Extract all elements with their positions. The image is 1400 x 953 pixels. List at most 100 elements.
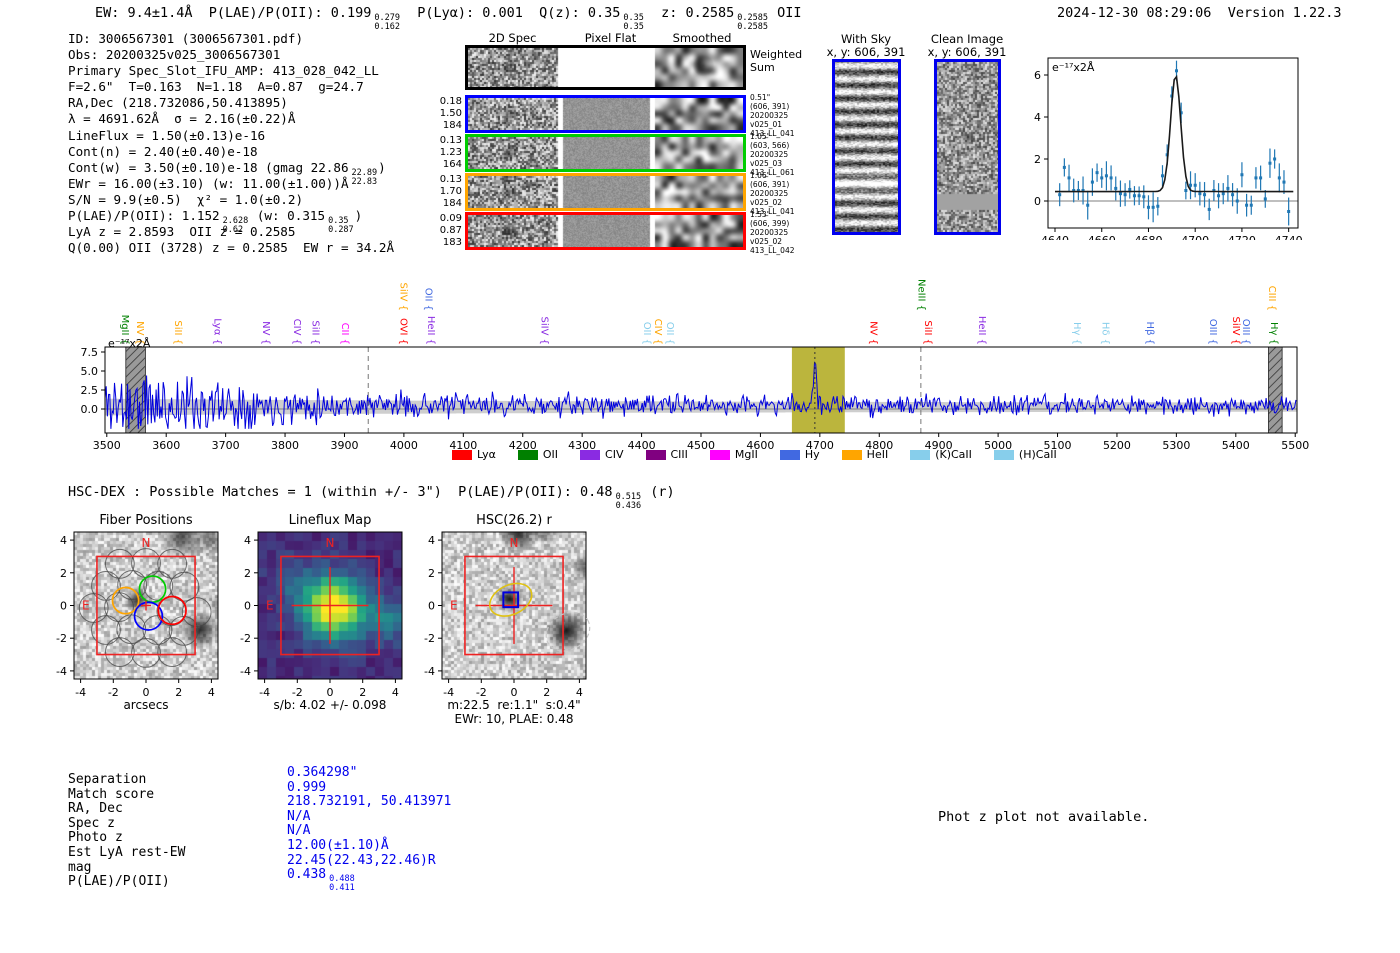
with-sky-title: With Sky x, y: 606, 391 — [816, 33, 916, 59]
text-segment: Primary Spec_Slot_IFU_AMP: 413_028_042_L… — [68, 63, 379, 79]
x-tick-label: 4660 — [1088, 234, 1116, 240]
info-line-5: λ = 4691.62Å σ = 2.16(±0.22)Å — [68, 111, 394, 127]
text-segment: RA,Dec (218.732086,50.413895) — [68, 95, 288, 111]
weight-value-2: 184 — [442, 198, 462, 209]
y-tick-label: 4 — [60, 534, 67, 547]
fiber-circle — [157, 637, 188, 667]
cutout-strip-image — [468, 137, 743, 169]
x-tick-label: 3600 — [152, 439, 180, 452]
text-segment: Cont(w) = 3.50(±0.10)e-18 (gmag 22.86 — [68, 159, 349, 175]
x-tick-label: 4740 — [1275, 234, 1303, 240]
data-point — [1203, 193, 1207, 197]
fiber-circle — [131, 638, 161, 668]
cutout-row-3-meta: 1.53" (606, 399) 20200325 v025_02 413_LL_042 — [750, 210, 802, 255]
match-label-2: RA, Dec — [68, 801, 123, 817]
match-label-3: Spec z — [68, 815, 115, 831]
info-line-6: LineFlux = 1.50(±0.13)e-16 — [68, 128, 394, 144]
legend-label: Hy — [804, 448, 820, 461]
datetime-gap — [1211, 5, 1227, 21]
inset-flux-units-label: e⁻¹⁷x2Å — [1052, 61, 1095, 74]
header-stats-line: EW: 9.4±1.4Å P(LAE)/P(OII): 0.199 0.279 0.… — [95, 5, 802, 31]
x-tick-label: 3700 — [212, 439, 240, 452]
data-point — [1245, 203, 1249, 207]
fiber-circle — [168, 615, 199, 646]
column-title-2dspec: 2D Spec — [488, 31, 537, 45]
data-point — [1058, 193, 1062, 197]
cutout-row-2 — [465, 173, 746, 211]
compass-north-label: N — [142, 536, 151, 550]
weighted-sum-line1: Sum — [750, 61, 775, 74]
text-segment: 0.438 — [287, 867, 327, 883]
fiber-circle — [91, 570, 121, 601]
text-segment: λ = 4691.62Å σ = 2.16(±0.22)Å — [68, 111, 296, 127]
clean-image-cutout — [934, 59, 1001, 235]
data-point — [1090, 180, 1094, 184]
meta-line-1: (606, 391) — [750, 102, 790, 111]
data-point — [1221, 192, 1225, 196]
y-tick-label: -4 — [56, 665, 67, 678]
column-title-pixelflat: Pixel Flat — [584, 31, 637, 45]
text-segment: (w: 0.315 — [249, 208, 326, 224]
spectral-line-label-NeIII: NeIII { — [915, 278, 927, 311]
text-segment: LineFlux = 1.50(±0.13)e-16 — [68, 127, 266, 143]
fraction: 0.488 0.411 — [329, 875, 355, 893]
version-label: Version 1.22.3 — [1227, 5, 1342, 21]
data-point — [1062, 165, 1066, 169]
hsc-dex-match-header: HSC-DEX : Possible Matches = 1 (within +… — [68, 484, 675, 510]
y-tick-label: -2 — [56, 632, 67, 645]
hsc-dex-line: HSC-DEX : Possible Matches = 1 (within +… — [68, 484, 675, 510]
text-segment: 218.732191, 50.413971 — [287, 794, 452, 810]
with-sky-image — [835, 62, 898, 232]
match-table-values: 0.364298" 0.999 218.732191, 50.413971 N/A N/… — [287, 765, 452, 893]
fraction-bottom: 0.411 — [329, 883, 355, 894]
match-value-6: 22.45(22.43,22.46)R — [287, 853, 451, 868]
legend-swatch — [645, 449, 666, 460]
info-line-1: Obs: 20200325v025_3006567301 — [68, 47, 394, 63]
text-segment: Cont(n) = 2.40(±0.40)e-18 — [68, 143, 258, 159]
meta-line-0: 0.51" — [750, 93, 771, 102]
legend-swatch — [779, 449, 800, 460]
legend-item-CIII: CIII — [645, 448, 688, 461]
header-datetime: 2024-12-30 08:29:06 Version 1.22.3 — [1057, 5, 1342, 21]
data-point — [1151, 205, 1155, 209]
legend-item-MgII: MgII — [709, 448, 758, 461]
cutout-row-3 — [465, 212, 746, 250]
fiber-circle — [157, 548, 188, 579]
legend-item-Hy: Hy — [779, 448, 820, 461]
text-segment: z: 0.2585 — [644, 5, 735, 21]
y-tick-label: 0 — [1034, 195, 1041, 208]
meta-line-2: 20200325 — [750, 111, 789, 120]
data-point — [1184, 189, 1188, 192]
x-tick-label: 3900 — [330, 439, 358, 452]
legend-label: Lyα — [477, 448, 496, 461]
column-title-smoothed: Smoothed — [672, 31, 732, 45]
match-value-3: N/A — [287, 809, 451, 824]
data-point — [1132, 194, 1136, 198]
cutout-strip-image — [468, 176, 743, 208]
legend-item-HeII: HeII — [841, 448, 888, 461]
y-tick-label: 2 — [60, 567, 67, 580]
meta-line-2: 20200325 — [750, 228, 789, 237]
data-point — [1249, 203, 1253, 207]
data-point — [1118, 192, 1122, 196]
text-segment: (r) — [642, 484, 675, 500]
fiber-circle — [143, 570, 174, 601]
weight-value-0: 0.13 — [439, 135, 462, 146]
data-point — [1207, 207, 1211, 211]
legend-swatch — [910, 449, 931, 460]
data-point — [1287, 210, 1291, 213]
info-line-8: Cont(w) = 3.50(±0.10)e-18 (gmag 22.86 22.… — [68, 159, 394, 186]
x-tick-label: 4700 — [1181, 234, 1209, 240]
data-point — [1198, 192, 1202, 196]
x-tick-label: 4000 — [390, 439, 418, 452]
legend-item-HCaII: (H)CaII — [993, 448, 1057, 461]
data-point — [1123, 193, 1127, 197]
weighted-sum-label: Weighted Sum — [750, 48, 802, 74]
spectrum-line — [104, 361, 1298, 429]
header-stats: EW: 9.4±1.4Å P(LAE)/P(OII): 0.199 0.279 0.… — [95, 5, 802, 31]
y-tick-label: 4 — [244, 534, 251, 547]
meta-line-1: (606, 391) — [750, 180, 790, 189]
legend-label: (H)CaII — [1018, 448, 1057, 461]
legend-swatch — [517, 449, 538, 460]
weight-value-1: 0.87 — [439, 225, 462, 236]
